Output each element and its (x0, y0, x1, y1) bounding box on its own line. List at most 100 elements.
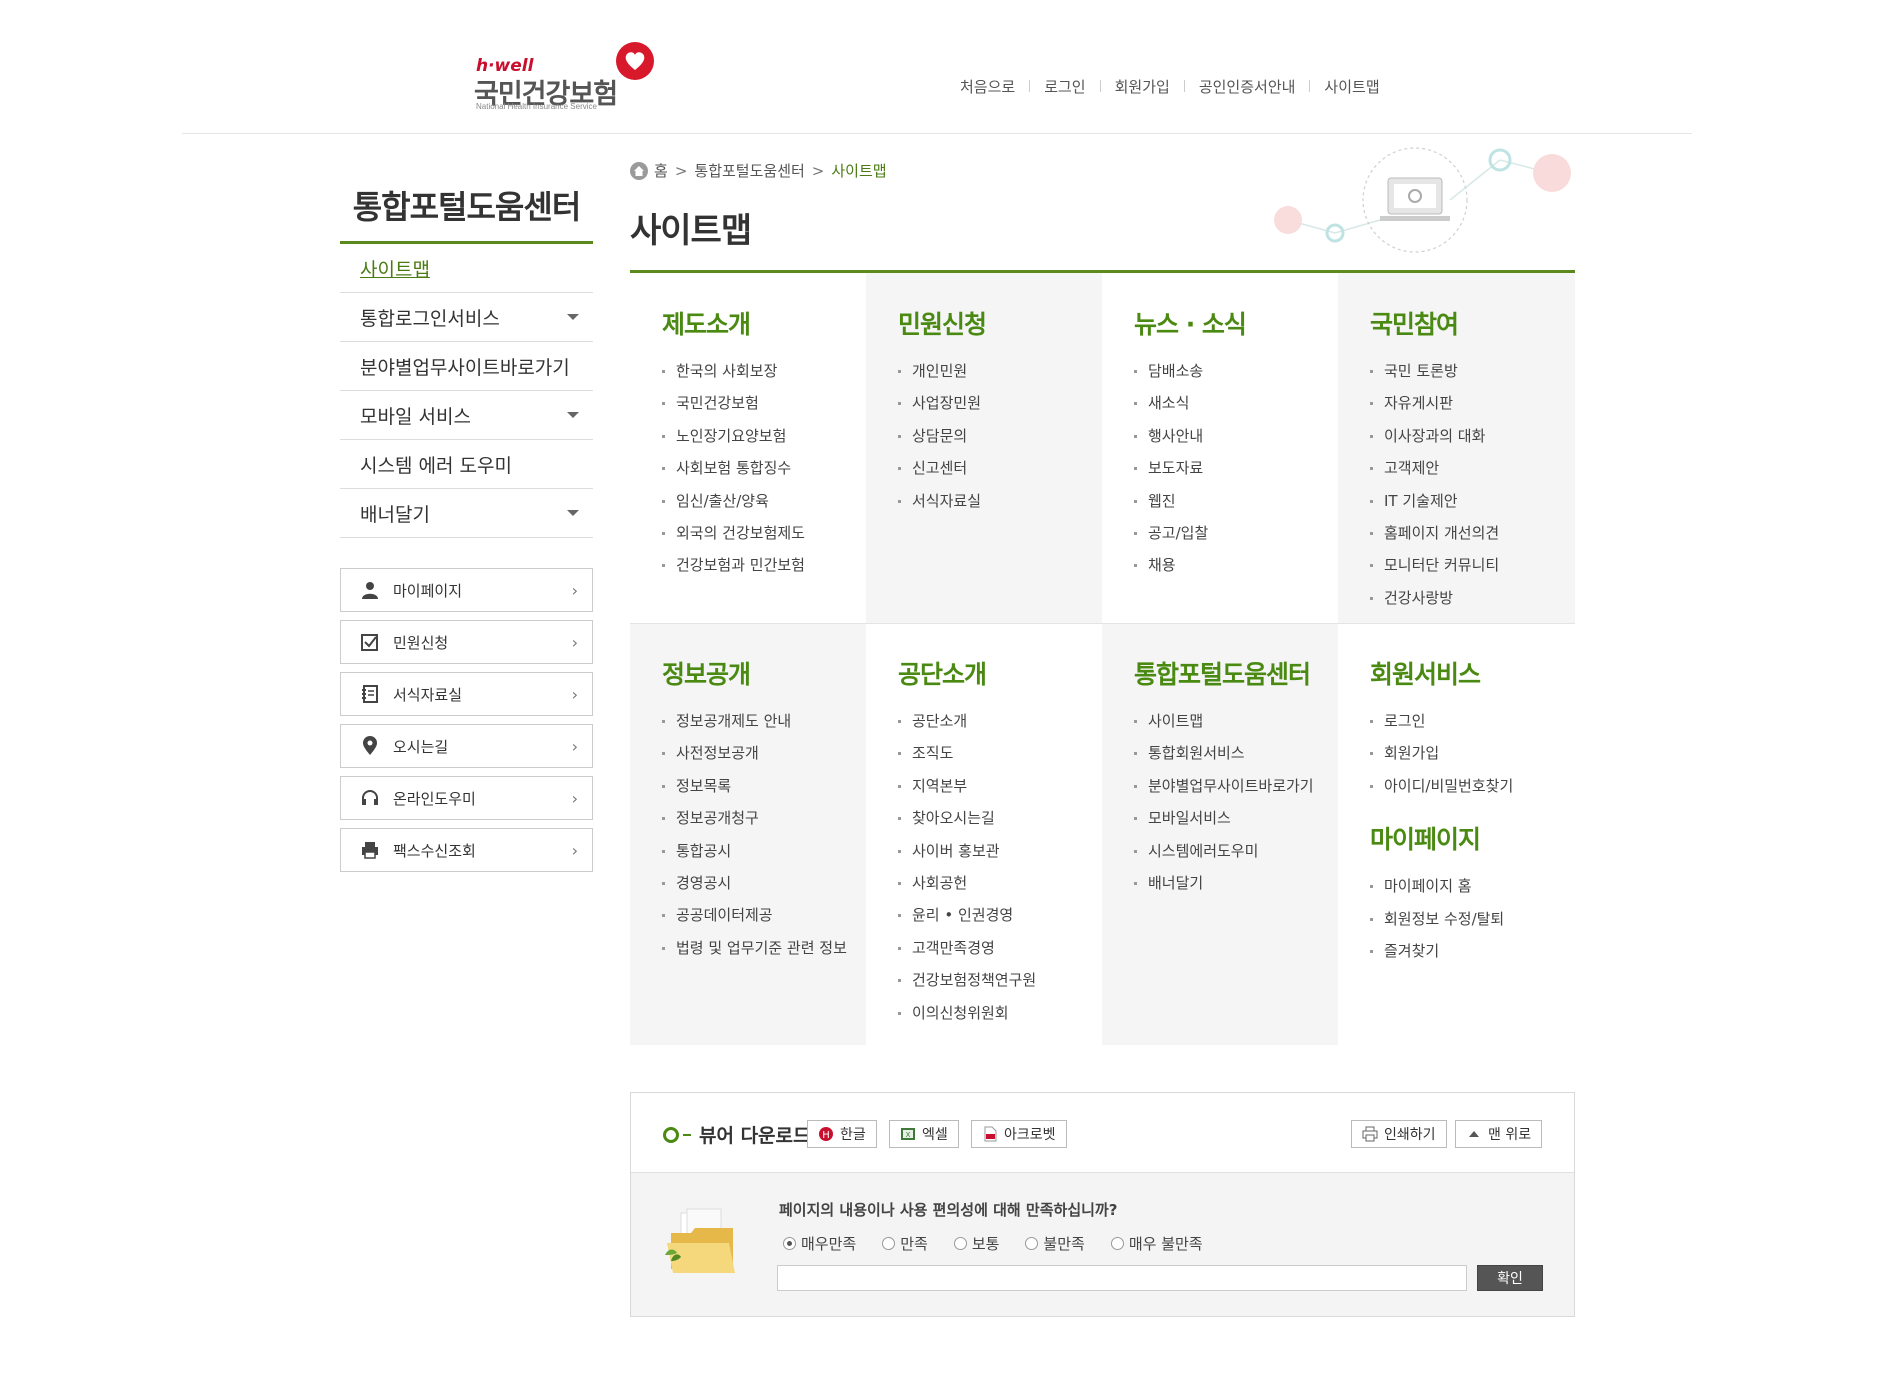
sitemap-link[interactable]: 사이버 홍보관 (898, 835, 1102, 867)
radio-button[interactable] (1110, 1237, 1124, 1250)
sitemap-link[interactable]: 건강보험과 민간보험 (662, 549, 866, 581)
sitemap-link[interactable]: 외국의 건강보험제도 (662, 517, 866, 549)
sitemap-link[interactable]: 신고센터 (898, 452, 1102, 484)
nav-login-link[interactable]: 로그인 (1044, 76, 1085, 97)
section-title[interactable]: 민원신청 (898, 273, 1102, 341)
excel-viewer-button[interactable]: X 엑셀 (889, 1120, 959, 1148)
sitemap-link[interactable]: 지역본부 (898, 770, 1102, 802)
section-title-mypage[interactable]: 마이페이지 (1370, 802, 1574, 856)
sitemap-link[interactable]: 사회공헌 (898, 867, 1102, 899)
sitemap-link[interactable]: 모바일서비스 (1134, 802, 1338, 834)
nav-sitemap-link[interactable]: 사이트맵 (1324, 76, 1379, 97)
section-title[interactable]: 국민참여 (1370, 273, 1574, 341)
section-title[interactable]: 뉴스 · 소식 (1134, 273, 1338, 341)
sitemap-link[interactable]: 공고/입찰 (1134, 517, 1338, 549)
sidebar-item-mobile-service[interactable]: 모바일 서비스 (340, 391, 593, 440)
sitemap-link[interactable]: 건강사랑방 (1370, 582, 1574, 614)
sidebar-item-sitemap[interactable]: 사이트맵 (340, 244, 593, 293)
sitemap-link[interactable]: 회원정보 수정/탈퇴 (1370, 903, 1574, 935)
sitemap-link[interactable]: 사전정보공개 (662, 737, 866, 769)
survey-submit-button[interactable]: 확인 (1477, 1265, 1543, 1291)
sitemap-link[interactable]: 회원가입 (1370, 737, 1574, 769)
sitemap-link[interactable]: 법령 및 업무기준 관련 정보 (662, 932, 866, 964)
nav-join-link[interactable]: 회원가입 (1115, 76, 1170, 97)
sitemap-link[interactable]: 건강보험정책연구원 (898, 964, 1102, 996)
acrobat-viewer-button[interactable]: 아크로벳 (971, 1120, 1067, 1148)
radio-button-selected[interactable] (783, 1237, 796, 1250)
quick-link-civil-request[interactable]: 민원신청 › (340, 620, 593, 664)
sitemap-link[interactable]: 윤리 • 인권경영 (898, 899, 1102, 931)
sitemap-link[interactable]: 한국의 사회보장 (662, 355, 866, 387)
sitemap-link[interactable]: 국민건강보험 (662, 387, 866, 419)
sitemap-link[interactable]: 노인장기요양보험 (662, 420, 866, 452)
sitemap-link[interactable]: 공단소개 (898, 705, 1102, 737)
section-title[interactable]: 회원서비스 (1370, 623, 1574, 691)
sitemap-link[interactable]: 담배소송 (1134, 355, 1338, 387)
sitemap-link[interactable]: 통합공시 (662, 835, 866, 867)
sitemap-link[interactable]: 고객제안 (1370, 452, 1574, 484)
section-title[interactable]: 제도소개 (662, 273, 866, 341)
sitemap-link[interactable]: 채용 (1134, 549, 1338, 581)
sitemap-link[interactable]: 모니터단 커뮤니티 (1370, 549, 1574, 581)
sitemap-link[interactable]: 웹진 (1134, 485, 1338, 517)
sitemap-link[interactable]: 사업장민원 (898, 387, 1102, 419)
quick-link-forms[interactable]: 서식자료실 › (340, 672, 593, 716)
sitemap-link[interactable]: 찾아오시는길 (898, 802, 1102, 834)
survey-option-very-dissatisfied[interactable]: 매우 불만족 (1110, 1233, 1203, 1254)
breadcrumb-parent[interactable]: 통합포털도움센터 (694, 160, 804, 181)
sitemap-link[interactable]: 정보공개제도 안내 (662, 705, 866, 737)
sitemap-link[interactable]: 공공데이터제공 (662, 899, 866, 931)
home-icon[interactable] (630, 161, 648, 180)
survey-option-satisfied[interactable]: 만족 (882, 1233, 928, 1254)
sitemap-link[interactable]: 이사장과의 대화 (1370, 420, 1574, 452)
sitemap-link[interactable]: 보도자료 (1134, 452, 1338, 484)
quick-link-fax-inquiry[interactable]: 팩스수신조회 › (340, 828, 593, 872)
quick-link-online-helper[interactable]: 온라인도우미 › (340, 776, 593, 820)
sitemap-link[interactable]: 사이트맵 (1134, 705, 1338, 737)
nhis-logo[interactable]: h·well 국민건강보험 National Health Insurance … (474, 40, 654, 114)
sitemap-link[interactable]: 서식자료실 (898, 485, 1102, 517)
sitemap-link[interactable]: 마이페이지 홈 (1370, 870, 1574, 902)
section-title[interactable]: 정보공개 (662, 623, 866, 691)
quick-link-mypage[interactable]: 마이페이지 › (340, 568, 593, 612)
sitemap-link[interactable]: 경영공시 (662, 867, 866, 899)
sitemap-link[interactable]: 정보공개청구 (662, 802, 866, 834)
survey-option-neutral[interactable]: 보통 (953, 1233, 999, 1254)
nav-home-link[interactable]: 처음으로 (960, 76, 1015, 97)
radio-button[interactable] (1025, 1237, 1039, 1250)
sitemap-link[interactable]: 즐겨찾기 (1370, 935, 1574, 967)
sitemap-link[interactable]: 분야별업무사이트바로가기 (1134, 770, 1338, 802)
sitemap-link[interactable]: 통합회원서비스 (1134, 737, 1338, 769)
sitemap-link[interactable]: 사회보험 통합징수 (662, 452, 866, 484)
back-to-top-button[interactable]: 맨 위로 (1455, 1120, 1543, 1148)
sitemap-link[interactable]: 시스템에러도우미 (1134, 835, 1338, 867)
sitemap-link[interactable]: 아이디/비밀번호찾기 (1370, 770, 1574, 802)
hwp-viewer-button[interactable]: H 한글 (807, 1120, 877, 1148)
sitemap-link[interactable]: 상담문의 (898, 420, 1102, 452)
sitemap-link[interactable]: 임신/출산/양육 (662, 485, 866, 517)
radio-button[interactable] (953, 1237, 967, 1250)
nav-certificate-link[interactable]: 공인인증서안내 (1199, 76, 1296, 97)
sitemap-link[interactable]: 행사안내 (1134, 420, 1338, 452)
sitemap-link[interactable]: 고객만족경영 (898, 932, 1102, 964)
section-title[interactable]: 공단소개 (898, 623, 1102, 691)
radio-button[interactable] (882, 1237, 896, 1250)
sitemap-link[interactable]: 자유게시판 (1370, 387, 1574, 419)
sitemap-link[interactable]: 국민 토론방 (1370, 355, 1574, 387)
sidebar-item-business-sites[interactable]: 분야별업무사이트바로가기 (340, 342, 593, 391)
breadcrumb-home[interactable]: 홈 (654, 160, 668, 181)
sidebar-item-system-error-help[interactable]: 시스템 에러 도우미 (340, 440, 593, 489)
sitemap-link[interactable]: 개인민원 (898, 355, 1102, 387)
section-title[interactable]: 통합포털도움센터 (1134, 623, 1338, 691)
survey-option-dissatisfied[interactable]: 불만족 (1025, 1233, 1085, 1254)
sitemap-link[interactable]: 새소식 (1134, 387, 1338, 419)
sitemap-link[interactable]: IT 기술제안 (1370, 485, 1574, 517)
sitemap-link[interactable]: 이의신청위원회 (898, 997, 1102, 1029)
sitemap-link[interactable]: 조직도 (898, 737, 1102, 769)
print-button[interactable]: 인쇄하기 (1351, 1120, 1447, 1148)
sitemap-link[interactable]: 홈페이지 개선의견 (1370, 517, 1574, 549)
quick-link-directions[interactable]: 오시는길 › (340, 724, 593, 768)
sidebar-item-banner[interactable]: 배너달기 (340, 489, 593, 538)
sidebar-item-integrated-login[interactable]: 통합로그인서비스 (340, 293, 593, 342)
sitemap-link[interactable]: 정보목록 (662, 770, 866, 802)
